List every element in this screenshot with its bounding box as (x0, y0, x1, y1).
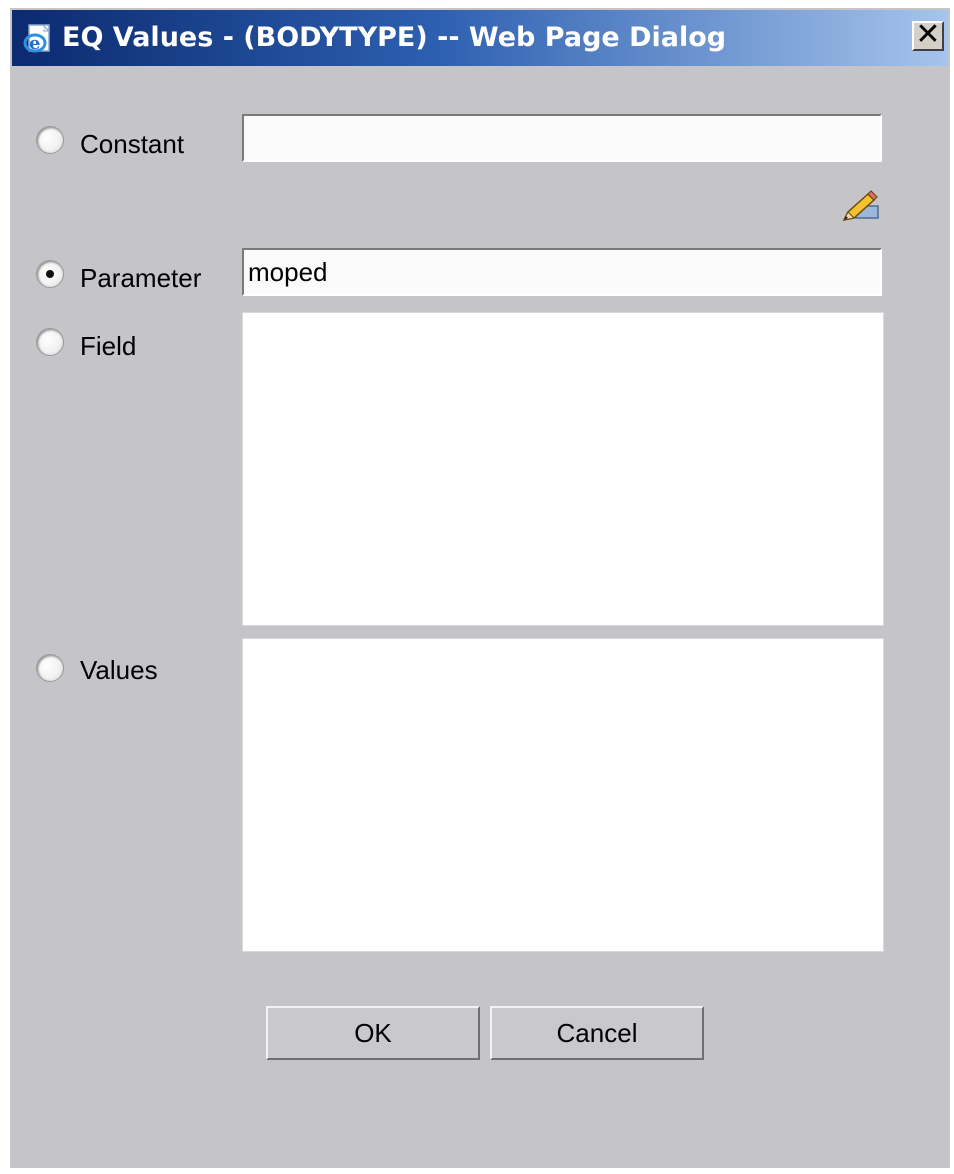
values-radio[interactable] (36, 654, 64, 682)
dialog-window: e EQ Values - (BODYTYPE) -- Web Page Dia… (0, 0, 954, 1174)
parameter-input[interactable] (242, 248, 882, 296)
constant-input[interactable] (242, 114, 882, 162)
values-listbox[interactable] (242, 638, 884, 952)
field-radio[interactable] (36, 328, 64, 356)
close-button[interactable]: ✕ (912, 20, 944, 51)
close-icon: ✕ (915, 17, 941, 52)
cancel-button[interactable]: Cancel (490, 1006, 704, 1060)
values-label: Values (80, 655, 158, 685)
field-label: Field (80, 331, 137, 361)
title-bar: e EQ Values - (BODYTYPE) -- Web Page Dia… (12, 10, 948, 66)
ok-button[interactable]: OK (266, 1006, 480, 1060)
pencil-edit-icon[interactable] (838, 188, 882, 226)
constant-label: Constant (80, 129, 185, 159)
ie-page-icon: e (23, 24, 51, 54)
parameter-label: Parameter (80, 263, 202, 293)
constant-radio[interactable] (36, 126, 64, 154)
window-title: EQ Values - (BODYTYPE) -- Web Page Dialo… (62, 22, 727, 53)
field-listbox[interactable] (242, 312, 884, 626)
parameter-radio[interactable] (36, 260, 64, 288)
svg-text:e: e (29, 33, 40, 54)
